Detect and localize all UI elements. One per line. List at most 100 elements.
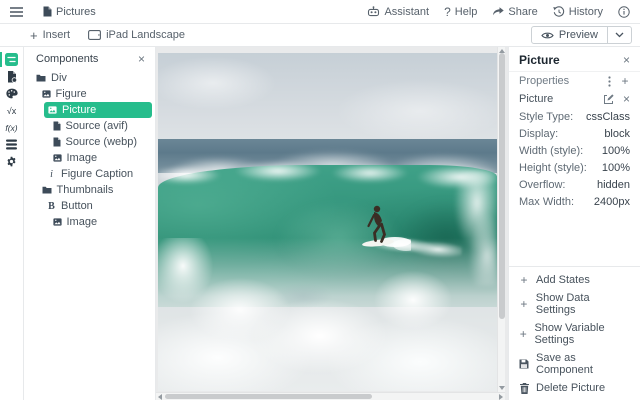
property-row-max-width: Max Width: 2400px: [509, 193, 640, 210]
tree-item-label: Figure: [56, 88, 87, 100]
property-label: Max Width:: [519, 196, 574, 208]
header-left: Pictures: [10, 6, 96, 18]
tree-item-div[interactable]: Div: [24, 70, 155, 86]
tree-item-button[interactable]: B Button: [24, 198, 155, 214]
tree-item-figure-caption[interactable]: i Figure Caption: [24, 166, 155, 182]
properties-section-label: Properties: [519, 75, 569, 87]
tree-item-image-2[interactable]: Image: [24, 214, 155, 230]
add-property-icon[interactable]: +: [620, 75, 630, 87]
history-icon: [553, 6, 565, 18]
sidebar-item-components[interactable]: [0, 51, 24, 68]
share-button[interactable]: Share: [492, 6, 537, 18]
save-as-component-button[interactable]: Save as Component: [509, 349, 640, 379]
photo-foam: [158, 238, 497, 391]
property-row-style-type: Style Type: cssClass: [509, 108, 640, 125]
tree-item-image[interactable]: Image: [24, 150, 155, 166]
sidebar-item-functions[interactable]: f(x): [0, 119, 24, 136]
property-value[interactable]: 2400px: [594, 196, 630, 208]
stack-icon: [6, 139, 17, 150]
preview-dropdown-button[interactable]: [607, 27, 631, 43]
property-value[interactable]: cssClass: [586, 111, 630, 123]
bold-b-icon: B: [47, 201, 56, 212]
scroll-down-arrow-icon[interactable]: [499, 386, 505, 390]
tree-item-figure[interactable]: Figure: [24, 86, 155, 102]
app-window: Pictures Assistant ? Help Share: [0, 0, 640, 400]
edit-icon[interactable]: [603, 94, 614, 105]
insert-button[interactable]: + Insert: [30, 29, 70, 42]
assistant-label: Assistant: [384, 6, 429, 18]
sidebar-item-settings[interactable]: [0, 153, 24, 170]
chevron-down-icon: [615, 32, 624, 38]
property-value[interactable]: 100%: [602, 162, 630, 174]
close-icon[interactable]: ×: [138, 53, 145, 65]
properties-panel-header: Picture ×: [509, 47, 640, 72]
share-label: Share: [508, 6, 537, 18]
assistant-button[interactable]: Assistant: [367, 6, 429, 18]
eye-icon: [541, 31, 554, 40]
history-label: History: [569, 6, 603, 18]
tree-item-thumbnails[interactable]: Thumbnails: [24, 182, 155, 198]
components-panel-title: Components: [36, 53, 98, 65]
selector-icons: ×: [603, 93, 630, 105]
device-selector[interactable]: iPad Landscape: [88, 29, 185, 41]
question-icon: ?: [444, 5, 451, 19]
canvas-area[interactable]: [156, 47, 508, 400]
preview-split-button: Preview: [531, 26, 632, 44]
remove-selector-icon[interactable]: ×: [623, 93, 630, 105]
tree-item-picture-selected[interactable]: Picture: [44, 102, 152, 118]
action-label: Add States: [536, 274, 590, 286]
components-panel-header: Components ×: [24, 47, 155, 66]
action-label: Save as Component: [536, 352, 630, 376]
horizontal-scrollbar[interactable]: [156, 392, 505, 400]
property-value[interactable]: block: [604, 128, 630, 140]
property-value[interactable]: hidden: [597, 179, 630, 191]
show-data-settings-button[interactable]: + Show Data Settings: [509, 289, 640, 319]
save-icon: [519, 359, 529, 369]
properties-section-row: Properties +: [509, 72, 640, 90]
sidebar-item-math[interactable]: √x: [0, 102, 24, 119]
preview-button[interactable]: Preview: [532, 27, 607, 43]
property-value[interactable]: 100%: [602, 145, 630, 157]
sidebar-item-styles[interactable]: [0, 85, 24, 102]
sqrt-icon: √x: [7, 106, 16, 116]
photo-sky: [158, 53, 497, 145]
close-icon[interactable]: ×: [623, 54, 630, 66]
activity-bar: √x f(x): [0, 47, 24, 400]
help-label: Help: [455, 6, 478, 18]
tree-item-label: Image: [67, 152, 98, 164]
horizontal-scrollbar-thumb[interactable]: [165, 394, 372, 399]
kebab-menu-icon[interactable]: [608, 76, 611, 87]
header-right: Assistant ? Help Share History: [367, 5, 630, 19]
italic-i-icon: i: [47, 169, 56, 180]
gear-icon: [6, 156, 17, 167]
add-states-button[interactable]: + Add States: [509, 271, 640, 289]
delete-picture-button[interactable]: Delete Picture: [509, 379, 640, 397]
tree-item-label: Source (webp): [66, 136, 138, 148]
panel-actions: + Add States + Show Data Settings + Show…: [509, 266, 640, 400]
info-icon[interactable]: [618, 6, 630, 18]
page-title: Pictures: [56, 6, 96, 18]
show-variable-settings-button[interactable]: + Show Variable Settings: [509, 319, 640, 349]
sidebar-item-page[interactable]: [0, 68, 24, 85]
fx-icon: f(x): [5, 123, 17, 133]
scroll-left-arrow-icon[interactable]: [158, 394, 162, 400]
action-label: Delete Picture: [536, 382, 605, 394]
selector-label: Picture: [519, 93, 553, 105]
action-label: Show Variable Settings: [534, 322, 630, 346]
sidebar-item-data[interactable]: [0, 136, 24, 153]
history-button[interactable]: History: [553, 6, 603, 18]
tablet-landscape-icon: [88, 30, 101, 40]
vertical-scrollbar[interactable]: [497, 47, 505, 392]
vertical-scrollbar-thumb[interactable]: [499, 53, 505, 319]
tree-item-source-webp[interactable]: Source (webp): [24, 134, 155, 150]
toolbar: + Insert iPad Landscape Preview: [0, 24, 640, 47]
help-button[interactable]: ? Help: [444, 5, 477, 19]
tree-item-source-avif[interactable]: Source (avif): [24, 118, 155, 134]
plus-icon: +: [519, 298, 529, 310]
hamburger-menu-icon[interactable]: [10, 7, 23, 17]
image-icon: [53, 218, 62, 226]
share-icon: [492, 7, 504, 17]
file-icon: [53, 121, 61, 131]
scroll-right-arrow-icon[interactable]: [499, 394, 503, 400]
surfer-photo[interactable]: [158, 53, 497, 391]
